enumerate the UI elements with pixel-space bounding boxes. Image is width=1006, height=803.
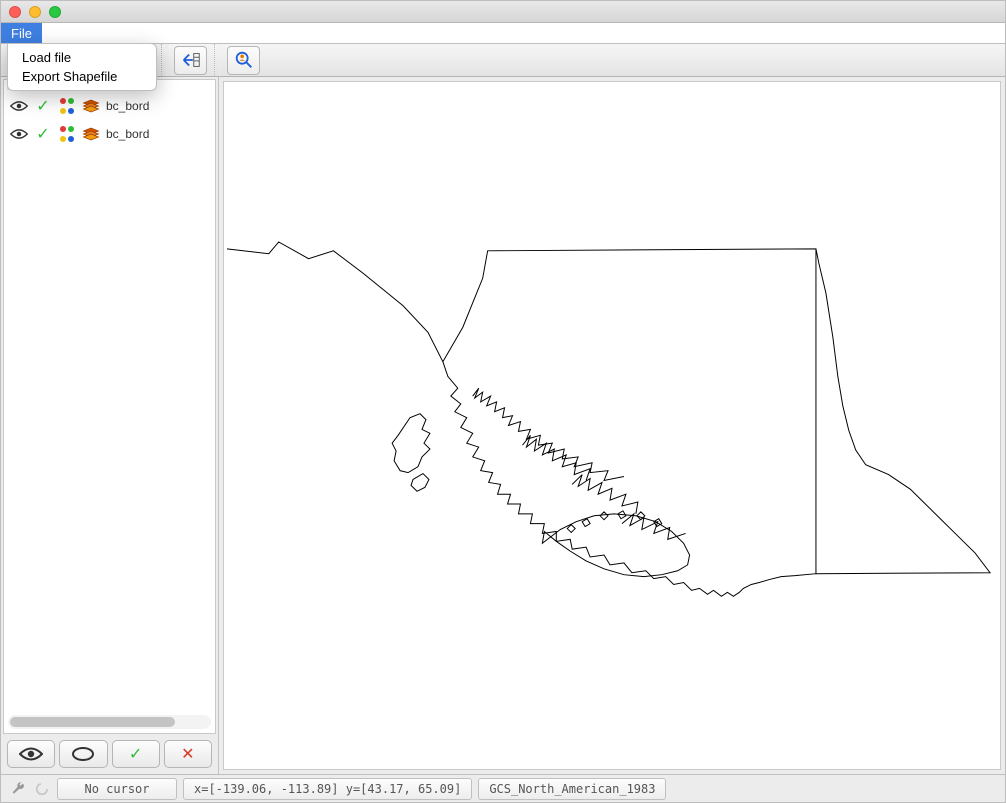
menu-file[interactable]: File	[1, 23, 42, 43]
eye-outline-icon	[71, 746, 95, 762]
style-icon[interactable]	[58, 125, 76, 143]
identify-tool-button[interactable]	[227, 46, 260, 75]
crs-readout: GCS_North_American_1983	[478, 778, 666, 800]
layer-action-buttons: ✓ ✕	[1, 734, 218, 774]
visibility-icon[interactable]	[10, 127, 28, 141]
check-icon: ✓	[34, 124, 52, 144]
hide-all-button[interactable]	[59, 740, 107, 768]
check-icon: ✓	[129, 744, 142, 764]
toolbar-separator	[214, 44, 220, 76]
arrow-list-icon	[180, 49, 202, 71]
close-window-button[interactable]	[9, 6, 21, 18]
layers-panel: ✓	[3, 79, 216, 734]
palette-dots-icon	[58, 97, 76, 115]
sidebar: Layers ✓	[1, 77, 219, 774]
zoom-window-button[interactable]	[49, 6, 61, 18]
attribute-table-button[interactable]	[174, 46, 207, 75]
menubar: File	[1, 23, 1005, 44]
remove-layer-button[interactable]: ✕	[164, 740, 212, 768]
stack-icon	[82, 126, 100, 142]
app-window: File Load file Export Shapefile	[0, 0, 1006, 803]
check-icon: ✓	[34, 96, 52, 116]
eye-icon	[10, 99, 28, 113]
layer-row[interactable]: ✓	[4, 120, 215, 148]
x-icon: ✕	[181, 744, 194, 764]
menu-file-label: File	[11, 26, 32, 41]
layers-scrollbar[interactable]	[8, 715, 211, 729]
menu-item-export-shapefile[interactable]: Export Shapefile	[8, 67, 156, 86]
map-drawing	[224, 82, 1000, 769]
progress-spinner-icon	[33, 782, 51, 796]
titlebar	[1, 1, 1005, 23]
show-all-button[interactable]	[7, 740, 55, 768]
magnifier-person-icon	[233, 49, 255, 71]
eye-icon	[19, 746, 43, 762]
statusbar: No cursor x=[-139.06, -113.89] y=[43.17,…	[1, 774, 1005, 802]
extent-readout: x=[-139.06, -113.89] y=[43.17, 65.09]	[183, 778, 472, 800]
stack-icon	[82, 98, 100, 114]
menu-item-load-file[interactable]: Load file	[8, 48, 156, 67]
layer-row[interactable]: ✓	[4, 92, 215, 120]
layers-list: ✓	[4, 80, 215, 715]
style-icon[interactable]	[58, 97, 76, 115]
content-area: Layers ✓	[1, 77, 1005, 774]
palette-dots-icon	[58, 125, 76, 143]
layer-label: bc_bord	[106, 127, 149, 141]
minimize-window-button[interactable]	[29, 6, 41, 18]
toolbar-separator	[161, 44, 167, 76]
file-menu-dropdown: Load file Export Shapefile	[7, 43, 157, 91]
cursor-readout: No cursor	[57, 778, 177, 800]
visibility-icon[interactable]	[10, 99, 28, 113]
wrench-icon[interactable]	[9, 781, 27, 797]
map-canvas[interactable]	[223, 81, 1001, 770]
eye-icon	[10, 127, 28, 141]
layer-type-icon	[82, 126, 100, 142]
select-all-button[interactable]: ✓	[112, 740, 160, 768]
layer-label: bc_bord	[106, 99, 149, 113]
layer-type-icon	[82, 98, 100, 114]
